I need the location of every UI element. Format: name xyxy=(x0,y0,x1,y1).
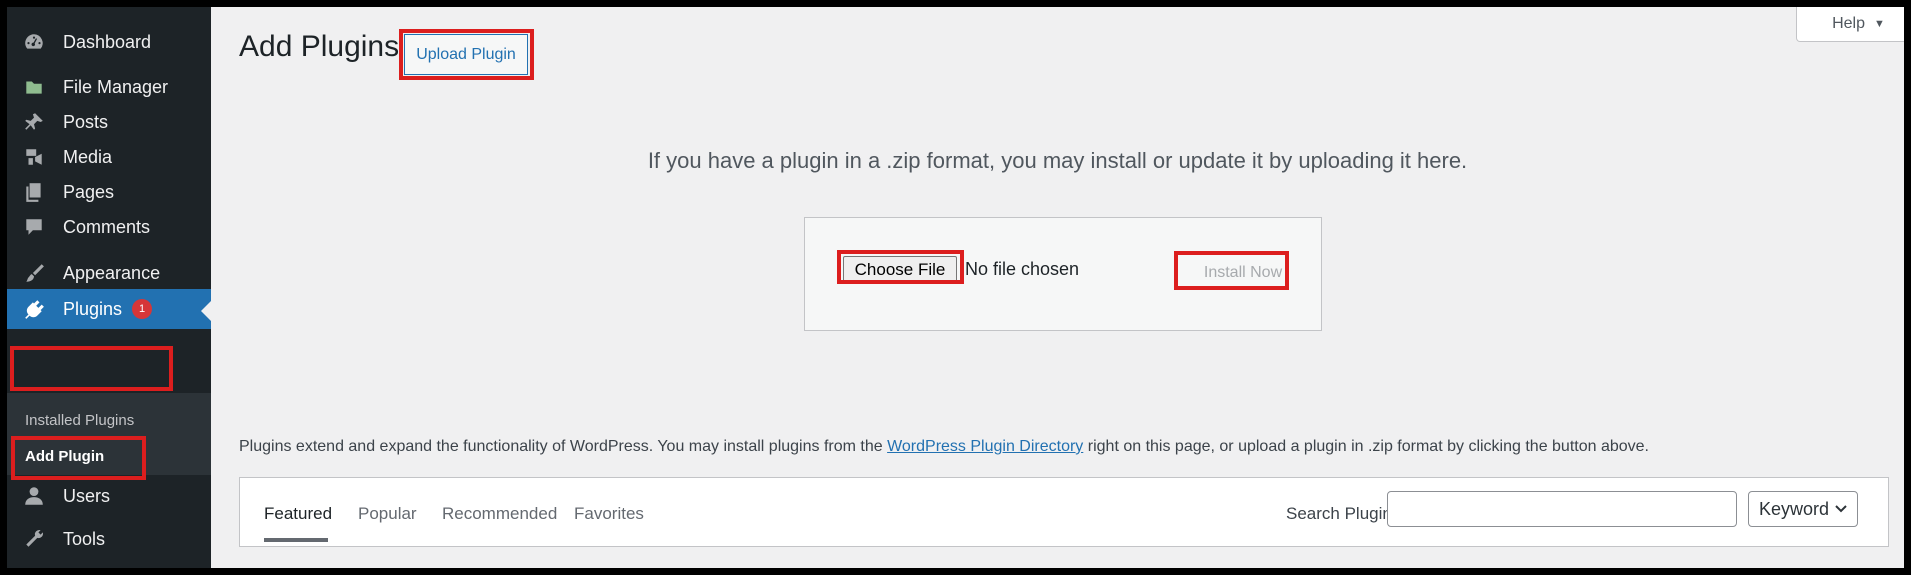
plugin-icon xyxy=(22,297,46,321)
no-file-chosen-text: No file chosen xyxy=(965,259,1080,279)
pushpin-icon xyxy=(22,110,46,134)
wp-admin-window: Dashboard File Manager Posts Media Pages xyxy=(7,7,1904,568)
sidebar-item-label: Appearance xyxy=(63,262,161,283)
sidebar-item-plugins[interactable]: Plugins 1 xyxy=(7,289,211,329)
sidebar-item-pages[interactable]: Pages xyxy=(7,172,211,212)
upload-intro-text: If you have a plugin in a .zip format, y… xyxy=(647,148,1468,173)
plugin-directory-link[interactable]: WordPress Plugin Directory xyxy=(887,438,1083,455)
description-text-before: Plugins extend and expand the functional… xyxy=(239,438,883,455)
paintbrush-icon xyxy=(22,261,46,285)
upload-form: Choose File No file chosen Install Now xyxy=(804,217,1322,331)
user-icon xyxy=(22,484,46,508)
sidebar-item-label: Posts xyxy=(63,111,109,132)
wrench-icon xyxy=(22,527,46,551)
sidebar-item-label: File Manager xyxy=(63,76,169,97)
choose-file-button[interactable]: Choose File xyxy=(843,256,957,283)
search-type-select[interactable]: Keyword xyxy=(1748,491,1858,527)
description-text-after: right on this page, or upload a plugin i… xyxy=(1087,438,1649,455)
tab-featured[interactable]: Featured xyxy=(264,504,332,524)
active-menu-arrow xyxy=(201,301,211,321)
sidebar-item-label: Pages xyxy=(63,181,115,202)
dashboard-icon xyxy=(22,30,46,54)
sidebar-item-appearance[interactable]: Appearance xyxy=(7,253,211,293)
media-icon xyxy=(22,145,46,169)
sidebar-item-dashboard[interactable]: Dashboard xyxy=(7,22,211,62)
folder-icon xyxy=(22,75,46,99)
sidebar-item-media[interactable]: Media xyxy=(7,137,211,177)
comment-icon xyxy=(22,215,46,239)
upload-plugin-button[interactable]: Upload Plugin xyxy=(404,34,528,75)
sidebar-item-users[interactable]: Users xyxy=(7,476,211,516)
chevron-down-icon xyxy=(1835,505,1847,513)
install-now-button[interactable]: Install Now xyxy=(1187,260,1299,286)
submenu-add-plugin[interactable]: Add Plugin xyxy=(25,448,104,465)
page-title: Add Plugins xyxy=(239,30,400,63)
sidebar-item-posts[interactable]: Posts xyxy=(7,102,211,142)
plugin-filter-bar: Featured Popular Recommended Favorites S… xyxy=(239,477,1889,547)
sidebar-item-label: Tools xyxy=(63,528,106,549)
tab-favorites[interactable]: Favorites xyxy=(574,504,644,524)
sidebar-item-label: Media xyxy=(63,146,113,167)
sidebar-item-label: Dashboard xyxy=(63,31,152,52)
help-button[interactable]: Help ▼ xyxy=(1796,7,1904,42)
sidebar-item-label: Comments xyxy=(63,216,151,237)
plugin-update-badge: 1 xyxy=(132,299,153,319)
sidebar-item-file-manager[interactable]: File Manager xyxy=(7,67,211,107)
help-label: Help xyxy=(1832,15,1865,32)
tab-popular[interactable]: Popular xyxy=(358,504,417,524)
plugins-submenu: Installed Plugins Add Plugin xyxy=(7,393,211,475)
search-plugins-input[interactable] xyxy=(1387,491,1737,527)
sidebar-item-label: Users xyxy=(63,485,111,506)
submenu-installed-plugins[interactable]: Installed Plugins xyxy=(25,412,134,429)
search-plugins-label: Search Plugins xyxy=(1286,504,1401,523)
tab-recommended[interactable]: Recommended xyxy=(442,504,557,524)
admin-sidebar: Dashboard File Manager Posts Media Pages xyxy=(7,7,211,568)
caret-down-icon: ▼ xyxy=(1874,18,1885,30)
sidebar-item-comments[interactable]: Comments xyxy=(7,207,211,247)
current-tab-indicator xyxy=(264,538,328,542)
plugins-description: Plugins extend and expand the functional… xyxy=(239,438,1649,456)
sidebar-item-tools[interactable]: Tools xyxy=(7,519,211,559)
sidebar-item-label: Plugins xyxy=(63,298,123,319)
pages-icon xyxy=(22,180,46,204)
search-type-value: Keyword xyxy=(1759,498,1830,519)
